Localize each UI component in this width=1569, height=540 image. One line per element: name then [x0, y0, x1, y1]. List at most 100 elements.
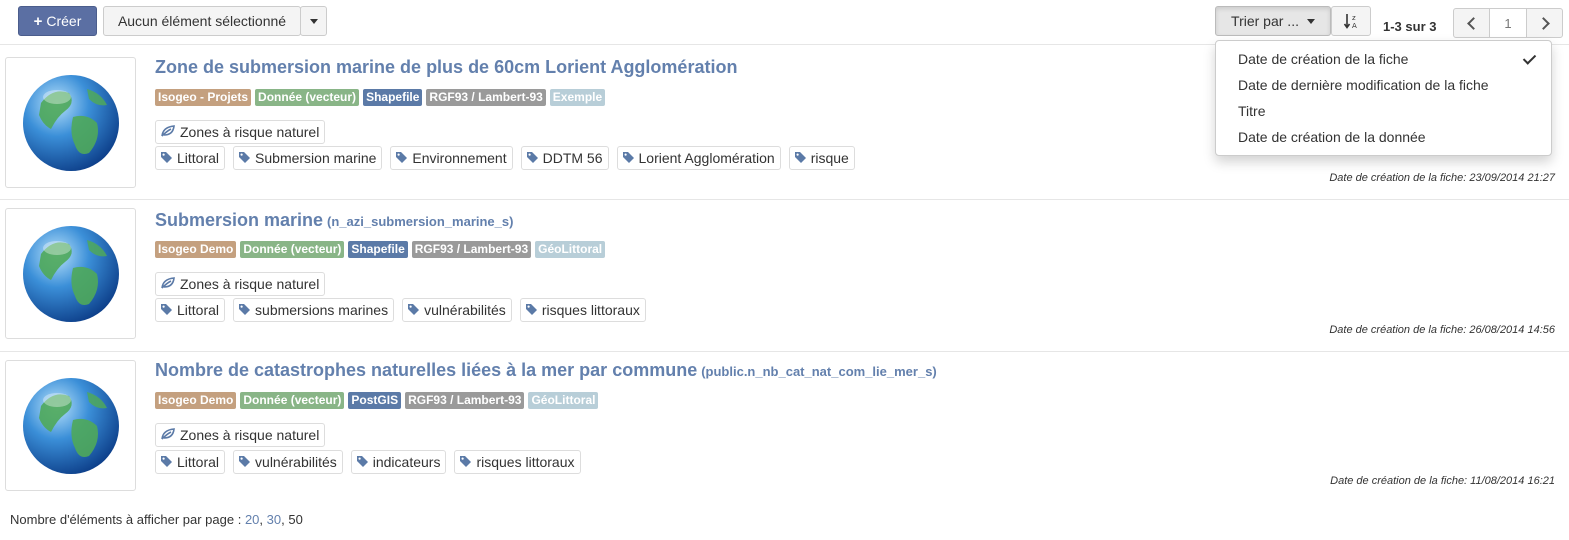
keyword-tag[interactable]: Littoral — [155, 298, 226, 322]
create-button-label: Créer — [46, 13, 82, 29]
format-label[interactable]: Shapefile — [363, 89, 423, 106]
keyword-label: vulnérabilités — [255, 454, 337, 470]
keyword-label: risques littoraux — [541, 302, 640, 318]
keyword-label: risque — [810, 150, 849, 166]
catalog-label[interactable]: Exemple — [549, 89, 606, 106]
keyword-tag[interactable]: vulnérabilités — [402, 298, 512, 322]
sort-menu-item[interactable]: Titre — [1216, 98, 1551, 124]
owner-label[interactable]: Isogeo Demo — [155, 392, 237, 409]
page-size-option-50: 50 — [288, 512, 303, 527]
catalog-label[interactable]: GéoLittoral — [535, 241, 606, 258]
type-label[interactable]: Donnée (vecteur) — [240, 392, 345, 409]
keyword-label: risques littoraux — [476, 454, 575, 470]
catalog-label[interactable]: GéoLittoral — [528, 392, 599, 409]
keyword-tag[interactable]: indicateurs — [350, 450, 447, 474]
owner-label[interactable]: Isogeo - Projets — [155, 89, 252, 106]
previous-page-button[interactable] — [1453, 8, 1490, 38]
srs-label[interactable]: RGF93 / Lambert-93 — [426, 89, 546, 106]
keyword-tag[interactable]: submersions marines — [233, 298, 395, 322]
sort-menu-item[interactable]: Date de dernière modification de la fich… — [1216, 72, 1551, 98]
create-button[interactable]: + Créer — [18, 6, 97, 36]
sort-order-button[interactable]: z A — [1331, 6, 1371, 36]
type-label[interactable]: Donnée (vecteur) — [255, 89, 360, 106]
result-thumbnail[interactable] — [5, 208, 136, 339]
keyword-label: Littoral — [177, 302, 220, 318]
result-thumbnail[interactable] — [5, 57, 136, 188]
caret-down-icon — [1306, 18, 1315, 24]
toolbar: + Créer Aucun élément sélectionné Trier … — [0, 0, 1569, 45]
keyword-tag[interactable]: DDTM 56 — [520, 146, 609, 170]
svg-text:A: A — [1352, 22, 1357, 30]
result-thumbnail[interactable] — [5, 360, 136, 491]
selection-label: Aucun élément sélectionné — [117, 13, 287, 29]
tag-icon — [460, 451, 472, 473]
srs-label[interactable]: RGF93 / Lambert-93 — [405, 392, 525, 409]
keyword-tag[interactable]: Littoral — [155, 146, 226, 170]
sort-menu-item[interactable]: Date de création de la fiche — [1216, 46, 1551, 72]
theme-tag-label: Zones à risque naturel — [180, 427, 320, 443]
sort-menu: Date de création de la fiche Date de der… — [1215, 40, 1552, 156]
selection-dropdown-toggle[interactable] — [300, 6, 327, 36]
keyword-row: Littoral submersions marines vulnérabili… — [155, 298, 646, 322]
result-technical-name: (n_azi_submersion_marine_s) — [327, 214, 514, 229]
result-row: Nombre de catastrophes naturelles liées … — [0, 352, 1569, 502]
sort-menu-item-label: Titre — [1238, 103, 1266, 119]
theme-tag-label: Zones à risque naturel — [180, 124, 320, 140]
tag-icon — [525, 299, 537, 321]
format-label[interactable]: PostGIS — [348, 392, 402, 409]
theme-tag[interactable]: Zones à risque naturel — [155, 423, 326, 447]
globe-icon — [23, 75, 119, 171]
tag-icon — [161, 147, 172, 169]
keyword-tag[interactable]: vulnérabilités — [233, 450, 343, 474]
creation-date: Date de création de la fiche: 23/09/2014… — [1329, 172, 1555, 184]
sort-menu-item-label: Date de dernière modification de la fich… — [1238, 77, 1489, 93]
tag-icon — [239, 451, 251, 473]
next-page-button[interactable] — [1526, 8, 1563, 38]
theme-tag-label: Zones à risque naturel — [180, 276, 320, 292]
chevron-left-icon — [1466, 16, 1480, 30]
owner-label[interactable]: Isogeo Demo — [155, 241, 237, 258]
sort-alpha-icon: z A — [1343, 14, 1357, 30]
leaf-icon — [161, 424, 175, 446]
type-label[interactable]: Donnée (vecteur) — [240, 241, 345, 258]
leaf-icon — [161, 121, 175, 143]
format-label[interactable]: Shapefile — [348, 241, 408, 258]
page-size-option-20[interactable]: 20 — [245, 512, 259, 527]
caret-down-icon — [309, 18, 318, 24]
keyword-tag[interactable]: Submersion marine — [233, 146, 383, 170]
result-title-text: Nombre de catastrophes naturelles liées … — [155, 360, 698, 380]
sort-menu-item[interactable]: Date de création de la donnée — [1216, 124, 1551, 150]
sort-button[interactable]: Trier par ... — [1215, 6, 1331, 36]
theme-tag[interactable]: Zones à risque naturel — [155, 272, 326, 296]
result-technical-name: (public.n_nb_cat_nat_com_lie_mer_s) — [701, 364, 937, 379]
keyword-label: indicateurs — [372, 454, 441, 470]
chevron-right-icon — [1536, 16, 1550, 30]
keyword-label: Littoral — [177, 454, 220, 470]
result-title[interactable]: Submersion marine (n_azi_submersion_marin… — [155, 210, 513, 231]
result-title-text: Zone de submersion marine de plus de 60c… — [155, 57, 738, 77]
leaf-icon — [161, 273, 175, 295]
result-title[interactable]: Nombre de catastrophes naturelles liées … — [155, 360, 937, 381]
srs-label[interactable]: RGF93 / Lambert-93 — [411, 241, 532, 258]
theme-row: Zones à risque naturel — [155, 120, 326, 144]
result-title-text: Submersion marine — [155, 210, 324, 230]
selection-button[interactable]: Aucun élément sélectionné — [103, 6, 301, 36]
keyword-tag[interactable]: risques littoraux — [519, 298, 646, 322]
keyword-tag[interactable]: Littoral — [155, 450, 226, 474]
keyword-label: Environnement — [412, 150, 507, 166]
keyword-tag[interactable]: Environnement — [390, 146, 513, 170]
globe-icon — [23, 226, 119, 322]
keyword-tag[interactable]: risques littoraux — [454, 450, 581, 474]
result-labels: Isogeo Demo Donnée (vecteur) PostGIS RGF… — [155, 392, 599, 409]
theme-row: Zones à risque naturel — [155, 423, 326, 447]
theme-tag[interactable]: Zones à risque naturel — [155, 120, 326, 144]
tag-icon — [408, 299, 420, 321]
keyword-tag[interactable]: risque — [788, 146, 855, 170]
result-title[interactable]: Zone de submersion marine de plus de 60c… — [155, 57, 737, 78]
svg-text:z: z — [1352, 14, 1356, 22]
keyword-label: vulnérabilités — [424, 302, 506, 318]
page-size-option-30[interactable]: 30 — [267, 512, 281, 527]
sort-menu-item-label: Date de création de la fiche — [1238, 51, 1409, 67]
page-number-input[interactable]: 1 — [1489, 8, 1527, 38]
keyword-tag[interactable]: Lorient Agglomération — [616, 146, 781, 170]
